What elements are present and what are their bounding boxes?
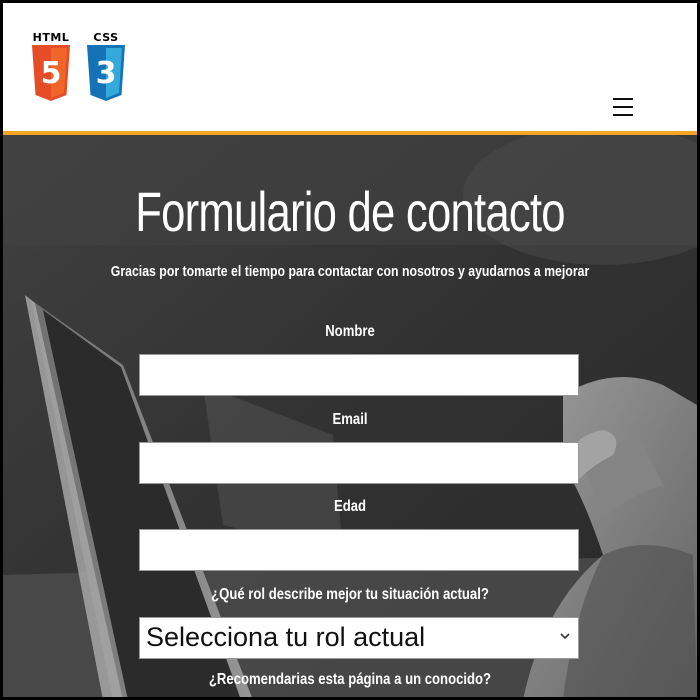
age-label: Edad <box>333 498 367 515</box>
hamburger-bar-top <box>613 98 633 100</box>
age-input[interactable] <box>139 529 579 571</box>
name-label: Nombre <box>325 323 375 340</box>
site-header: HTML 5 CSS 3 <box>3 3 697 131</box>
page-subtitle: Gracias por tomarte el tiempo para conta… <box>110 263 590 280</box>
css3-number: 3 <box>96 56 117 91</box>
recommend-question-label: ¿Recomendarias esta página a un conocido… <box>208 671 492 688</box>
css3-shield-icon: 3 <box>87 45 125 101</box>
contact-form-section: Formulario de contacto Gracias por tomar… <box>3 135 697 697</box>
email-label: Email <box>332 411 368 428</box>
html5-logo-label: HTML <box>32 31 70 44</box>
role-select-value: Selecciona tu rol actual <box>146 622 426 652</box>
html5-number: 5 <box>41 56 62 91</box>
css3-logo-label: CSS <box>93 31 119 44</box>
page-frame: HTML 5 CSS 3 Formulario de contacto Grac… <box>0 0 700 700</box>
email-input[interactable] <box>139 442 579 484</box>
role-question-label: ¿Qué rol describe mejor tu situación act… <box>211 586 489 603</box>
hamburger-menu-icon[interactable] <box>611 95 635 119</box>
page-title: Formulario de contacto <box>135 180 565 243</box>
hamburger-bar-middle <box>613 106 633 108</box>
role-select[interactable]: Selecciona tu rol actual <box>139 617 579 659</box>
hamburger-bar-bottom <box>613 114 633 116</box>
css3-logo: CSS 3 <box>85 31 127 105</box>
html5-logo: HTML 5 <box>30 31 72 105</box>
name-input[interactable] <box>139 354 579 396</box>
html5-shield-icon: 5 <box>32 45 70 101</box>
chevron-down-icon <box>560 633 570 640</box>
